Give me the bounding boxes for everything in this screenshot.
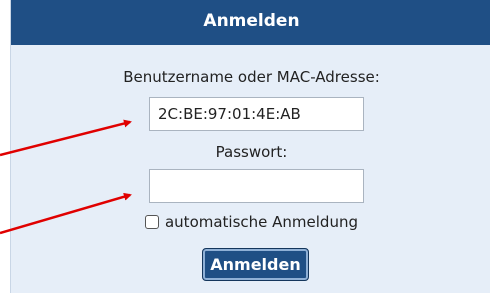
username-input[interactable] [149,97,364,131]
username-label: Benutzername oder MAC-Adresse: [123,68,380,86]
auto-login-checkbox[interactable] [144,215,159,229]
password-label: Passwort: [215,143,288,161]
password-input[interactable] [149,169,364,203]
auto-login-row[interactable]: automatische Anmeldung [11,213,490,231]
panel-title: Anmelden [11,0,490,45]
login-panel: Anmelden Benutzername oder MAC-Adresse: … [10,0,490,293]
auto-login-label: automatische Anmeldung [164,213,358,231]
login-submit-button[interactable]: Anmelden [202,248,309,281]
